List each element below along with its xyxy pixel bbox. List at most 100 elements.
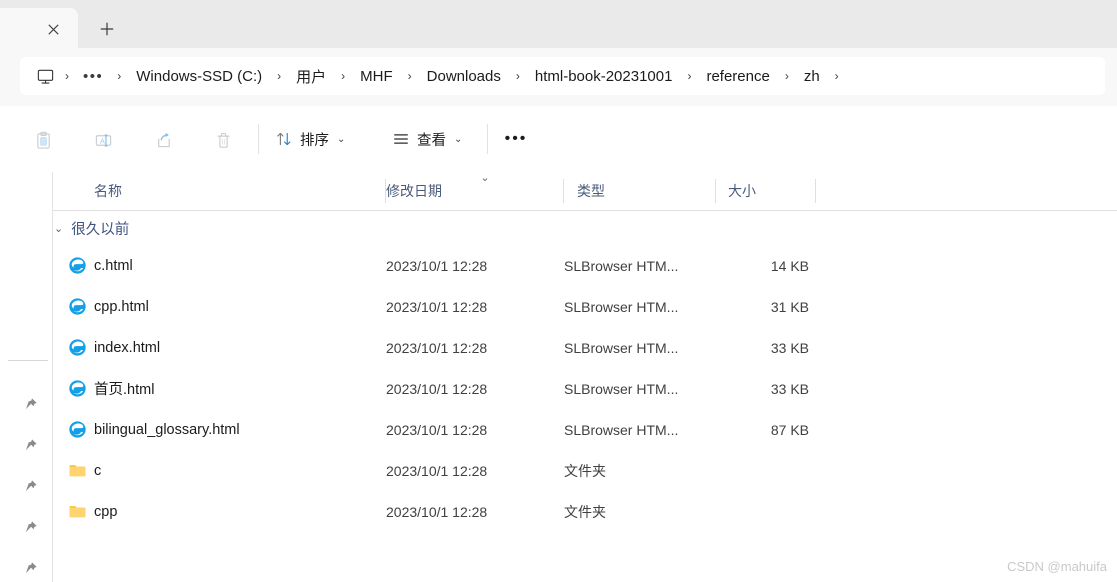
breadcrumb-item-users[interactable]: 用户: [290, 63, 332, 90]
table-row[interactable]: cpp.html 2023/10/1 12:28 SLBrowser HTM..…: [53, 286, 1117, 327]
file-date: 2023/10/1 12:28: [386, 298, 488, 315]
new-tab-button[interactable]: [94, 16, 120, 42]
pin-icon: [25, 520, 37, 532]
breadcrumb-item-html-book[interactable]: html-book-20231001: [529, 65, 679, 88]
monitor-glyph: [37, 69, 53, 84]
plus-icon: [100, 22, 114, 36]
monitor-icon[interactable]: [34, 65, 56, 87]
nav-pin-item-3[interactable]: [20, 476, 40, 496]
nav-divider: [8, 360, 48, 361]
file-size: 31 KB: [770, 298, 809, 315]
file-type: 文件夹: [564, 503, 606, 520]
pin-icon: [25, 479, 37, 491]
paste-button[interactable]: [31, 128, 55, 152]
close-icon: [47, 23, 59, 35]
column-header-date[interactable]: 修改日期: [386, 172, 442, 210]
breadcrumb-separator-7[interactable]: ›: [776, 69, 798, 83]
column-header-name[interactable]: 名称: [94, 172, 122, 210]
file-name: 首页.html: [94, 382, 155, 398]
group-header-long-ago[interactable]: ⌄ 很久以前: [53, 214, 129, 242]
nav-pin-item-1[interactable]: [20, 394, 40, 414]
view-label: 查看: [417, 132, 446, 149]
file-name: index.html: [94, 339, 161, 356]
breadcrumb-item-downloads[interactable]: Downloads: [421, 65, 507, 88]
nav-pin-item-5[interactable]: [20, 558, 40, 578]
file-size: 33 KB: [770, 380, 809, 397]
address-bar-row: › ••• › Windows-SSD (C:) › 用户 › MHF › Do…: [0, 48, 1117, 106]
trash-icon: [216, 132, 230, 148]
file-size: [716, 450, 809, 491]
view-icon: [394, 134, 408, 144]
table-row[interactable]: index.html 2023/10/1 12:28 SLBrowser HTM…: [53, 327, 1117, 368]
file-date: 2023/10/1 12:28: [386, 503, 488, 520]
file-type: SLBrowser HTM...: [564, 380, 679, 397]
delete-button[interactable]: [211, 128, 235, 152]
pin-icon: [25, 438, 37, 450]
more-options-button[interactable]: •••: [503, 128, 529, 150]
folder-glyph: [69, 505, 85, 517]
file-date: 2023/10/1 12:28: [386, 257, 488, 274]
column-header-underline: [53, 210, 1117, 211]
tab-close-button[interactable]: [41, 17, 65, 41]
folder-icon: [67, 501, 87, 521]
breadcrumb-separator-6[interactable]: ›: [678, 69, 700, 83]
view-chevron-down-icon: ⌄: [454, 133, 463, 145]
breadcrumb-separator-4[interactable]: ›: [399, 69, 421, 83]
rename-button[interactable]: A: [91, 128, 115, 152]
share-button[interactable]: [151, 128, 175, 152]
file-name: c: [94, 462, 102, 479]
rename-icon: A: [95, 133, 111, 147]
tab-active[interactable]: [0, 8, 78, 48]
edge-glyph: [68, 420, 86, 438]
toolbar-divider-2: [487, 124, 488, 154]
breadcrumb-separator-8[interactable]: ›: [826, 69, 848, 83]
breadcrumb-separator-2[interactable]: ›: [268, 69, 290, 83]
file-type: 文件夹: [564, 462, 606, 479]
breadcrumb-item-mhf[interactable]: MHF: [354, 65, 399, 88]
breadcrumb-item-zh[interactable]: zh: [798, 65, 826, 88]
column-divider-4[interactable]: [815, 179, 816, 203]
sort-button[interactable]: 排序 ⌄: [275, 124, 345, 154]
file-size: 87 KB: [770, 421, 809, 438]
breadcrumb-item-drive[interactable]: Windows-SSD (C:): [130, 65, 268, 88]
folder-glyph: [69, 464, 85, 476]
pin-icon: [25, 561, 37, 573]
file-name: c.html: [94, 257, 133, 274]
nav-pin-item-2[interactable]: [20, 435, 40, 455]
sort-chevron-down-icon: ⌄: [337, 133, 346, 145]
table-row[interactable]: c.html 2023/10/1 12:28 SLBrowser HTM... …: [53, 245, 1117, 286]
nav-pin-item-4[interactable]: [20, 517, 40, 537]
breadcrumb-separator-0[interactable]: ›: [56, 69, 78, 83]
file-name: cpp: [94, 503, 118, 520]
table-row[interactable]: bilingual_glossary.html 2023/10/1 12:28 …: [53, 409, 1117, 450]
file-date: 2023/10/1 12:28: [386, 339, 488, 356]
toolbar-divider-1: [258, 124, 259, 154]
pin-icon: [25, 397, 37, 409]
edge-html-icon: [67, 337, 87, 357]
column-divider-2[interactable]: [563, 179, 564, 203]
sort-label: 排序: [300, 132, 329, 149]
group-header-label: 很久以前: [71, 221, 130, 238]
breadcrumb-overflow-button[interactable]: •••: [78, 66, 108, 87]
column-header-size[interactable]: 大小: [728, 172, 756, 210]
column-divider-3[interactable]: [715, 179, 716, 203]
breadcrumb-item-reference[interactable]: reference: [700, 65, 775, 88]
table-row[interactable]: c 2023/10/1 12:28 文件夹: [53, 450, 1117, 491]
view-button[interactable]: 查看 ⌄: [392, 124, 462, 154]
file-date: 2023/10/1 12:28: [386, 380, 488, 397]
table-row[interactable]: cpp 2023/10/1 12:28 文件夹: [53, 491, 1117, 532]
breadcrumb-separator-3[interactable]: ›: [332, 69, 354, 83]
paste-icon: [36, 131, 50, 149]
address-bar[interactable]: › ••• › Windows-SSD (C:) › 用户 › MHF › Do…: [20, 57, 1105, 95]
column-header-type[interactable]: 类型: [577, 172, 605, 210]
breadcrumb-separator-1[interactable]: ›: [108, 69, 130, 83]
table-row[interactable]: 首页.html 2023/10/1 12:28 SLBrowser HTM...…: [53, 368, 1117, 409]
breadcrumb-separator-5[interactable]: ›: [507, 69, 529, 83]
edge-html-icon: [67, 378, 87, 398]
edge-html-icon: [67, 419, 87, 439]
edge-html-icon: [67, 255, 87, 275]
edge-glyph: [68, 256, 86, 274]
file-date: 2023/10/1 12:28: [386, 462, 488, 479]
file-name: bilingual_glossary.html: [94, 421, 240, 438]
file-size: 14 KB: [770, 257, 809, 274]
